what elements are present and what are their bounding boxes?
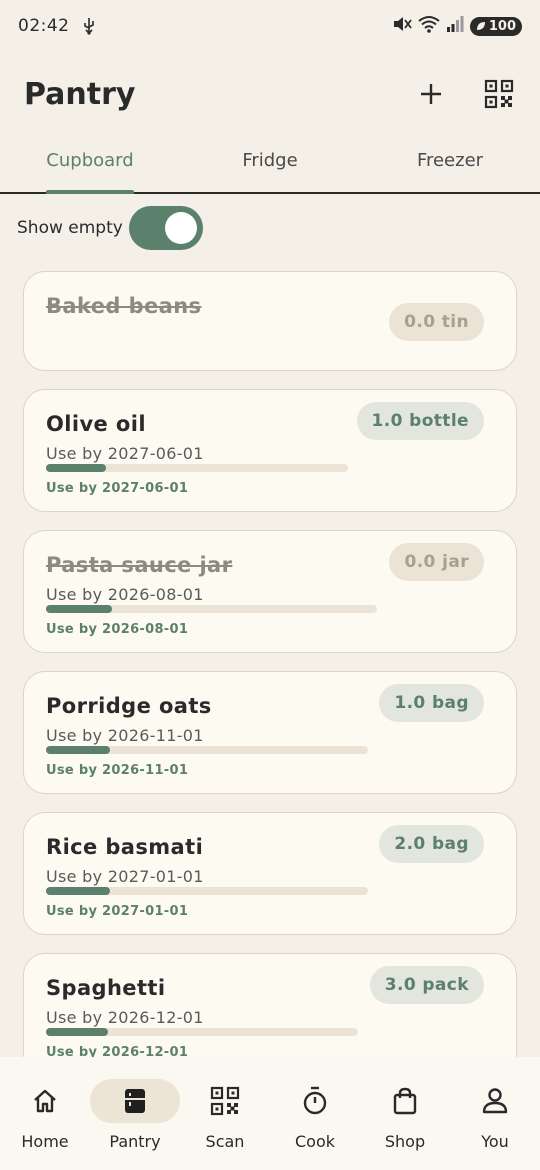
nav-item-shop[interactable]: Shop (360, 1057, 450, 1170)
shelf-life-bar (46, 746, 368, 754)
status-bar: 02:42 100 (0, 0, 540, 52)
shelf-life-bar (46, 464, 348, 472)
shopping-bag-icon (360, 1079, 450, 1123)
signal-icon (446, 15, 464, 38)
use-by-date: Use by 2027-01-01 (46, 867, 204, 886)
nav-item-pantry[interactable]: Pantry (90, 1057, 180, 1170)
use-by-caption: Use by 2026-08-01 (46, 622, 189, 637)
storage-tabs: Cupboard Fridge Freezer (0, 132, 540, 194)
shelf-life-fill (46, 605, 113, 613)
tab-fridge[interactable]: Fridge (180, 132, 360, 192)
use-by-date: Use by 2026-12-01 (46, 1008, 204, 1027)
home-icon (0, 1079, 90, 1123)
use-by-date: Use by 2026-11-01 (46, 726, 204, 745)
usb-icon (82, 17, 96, 35)
use-by-date: Use by 2026-08-01 (46, 585, 204, 604)
pantry-item-card[interactable]: Baked beans 0.0 tin (23, 271, 517, 371)
use-by-caption: Use by 2027-06-01 (46, 481, 189, 496)
quantity-badge: 3.0 pack (369, 966, 484, 1004)
use-by-date: Use by 2027-06-01 (46, 444, 204, 463)
person-icon (450, 1079, 540, 1123)
shelf-life-bar (46, 605, 377, 613)
show-empty-label: Show empty (17, 218, 123, 238)
battery-indicator: 100 (469, 16, 522, 36)
status-icons: 100 (392, 15, 522, 38)
nav-item-scan[interactable]: Scan (180, 1057, 270, 1170)
nav-label: Shop (384, 1132, 426, 1151)
show-empty-toggle[interactable] (128, 206, 203, 250)
mute-icon (392, 15, 412, 38)
nav-item-you[interactable]: You (450, 1057, 540, 1170)
pantry-list: Baked beans 0.0 tin Olive oil 1.0 bottle… (23, 271, 517, 1094)
bottom-nav: Home Pantry Scan Cook Shop You (0, 1057, 540, 1170)
nav-label: Cook (294, 1132, 335, 1151)
battery-level: 100 (488, 18, 516, 34)
pantry-icon (90, 1079, 180, 1123)
shelf-life-fill (46, 887, 111, 895)
quantity-badge: 0.0 jar (389, 543, 484, 581)
use-by-caption: Use by 2027-01-01 (46, 904, 189, 919)
quantity-badge: 0.0 tin (389, 303, 484, 341)
timer-icon (270, 1079, 360, 1123)
status-time: 02:42 (18, 16, 70, 36)
qr-code-icon (484, 79, 514, 109)
pantry-item-card[interactable]: Olive oil 1.0 bottle Use by 2027-06-01 U… (23, 389, 517, 512)
pantry-item-card[interactable]: Porridge oats 1.0 bag Use by 2026-11-01 … (23, 671, 517, 794)
nav-label: Pantry (109, 1132, 161, 1151)
shelf-life-fill (46, 464, 107, 472)
leaf-icon (476, 22, 485, 30)
tab-freezer[interactable]: Freezer (360, 132, 540, 192)
show-empty-row: Show empty (17, 206, 203, 250)
pantry-item-card[interactable]: Rice basmati 2.0 bag Use by 2027-01-01 U… (23, 812, 517, 935)
app-header: Pantry (0, 60, 540, 128)
qr-scan-icon (180, 1079, 270, 1123)
quantity-badge: 1.0 bag (379, 684, 484, 722)
tab-cupboard[interactable]: Cupboard (0, 132, 180, 192)
plus-icon (421, 84, 441, 104)
shelf-life-bar (46, 887, 368, 895)
shelf-life-fill (46, 746, 111, 754)
nav-item-home[interactable]: Home (0, 1057, 90, 1170)
use-by-caption: Use by 2026-11-01 (46, 763, 189, 778)
header-actions (414, 77, 516, 111)
wifi-icon (418, 15, 440, 38)
nav-label: You (481, 1132, 509, 1151)
nav-item-cook[interactable]: Cook (270, 1057, 360, 1170)
toggle-knob (164, 212, 197, 244)
page-title: Pantry (24, 76, 136, 112)
scan-qr-button[interactable] (482, 77, 516, 111)
shelf-life-fill (46, 1028, 109, 1036)
shelf-life-bar (46, 1028, 358, 1036)
add-button[interactable] (414, 77, 448, 111)
quantity-badge: 2.0 bag (379, 825, 484, 863)
quantity-badge: 1.0 bottle (356, 402, 484, 440)
nav-label: Home (21, 1132, 69, 1151)
nav-label: Scan (205, 1132, 245, 1151)
pantry-item-card[interactable]: Pasta sauce jar 0.0 jar Use by 2026-08-0… (23, 530, 517, 653)
